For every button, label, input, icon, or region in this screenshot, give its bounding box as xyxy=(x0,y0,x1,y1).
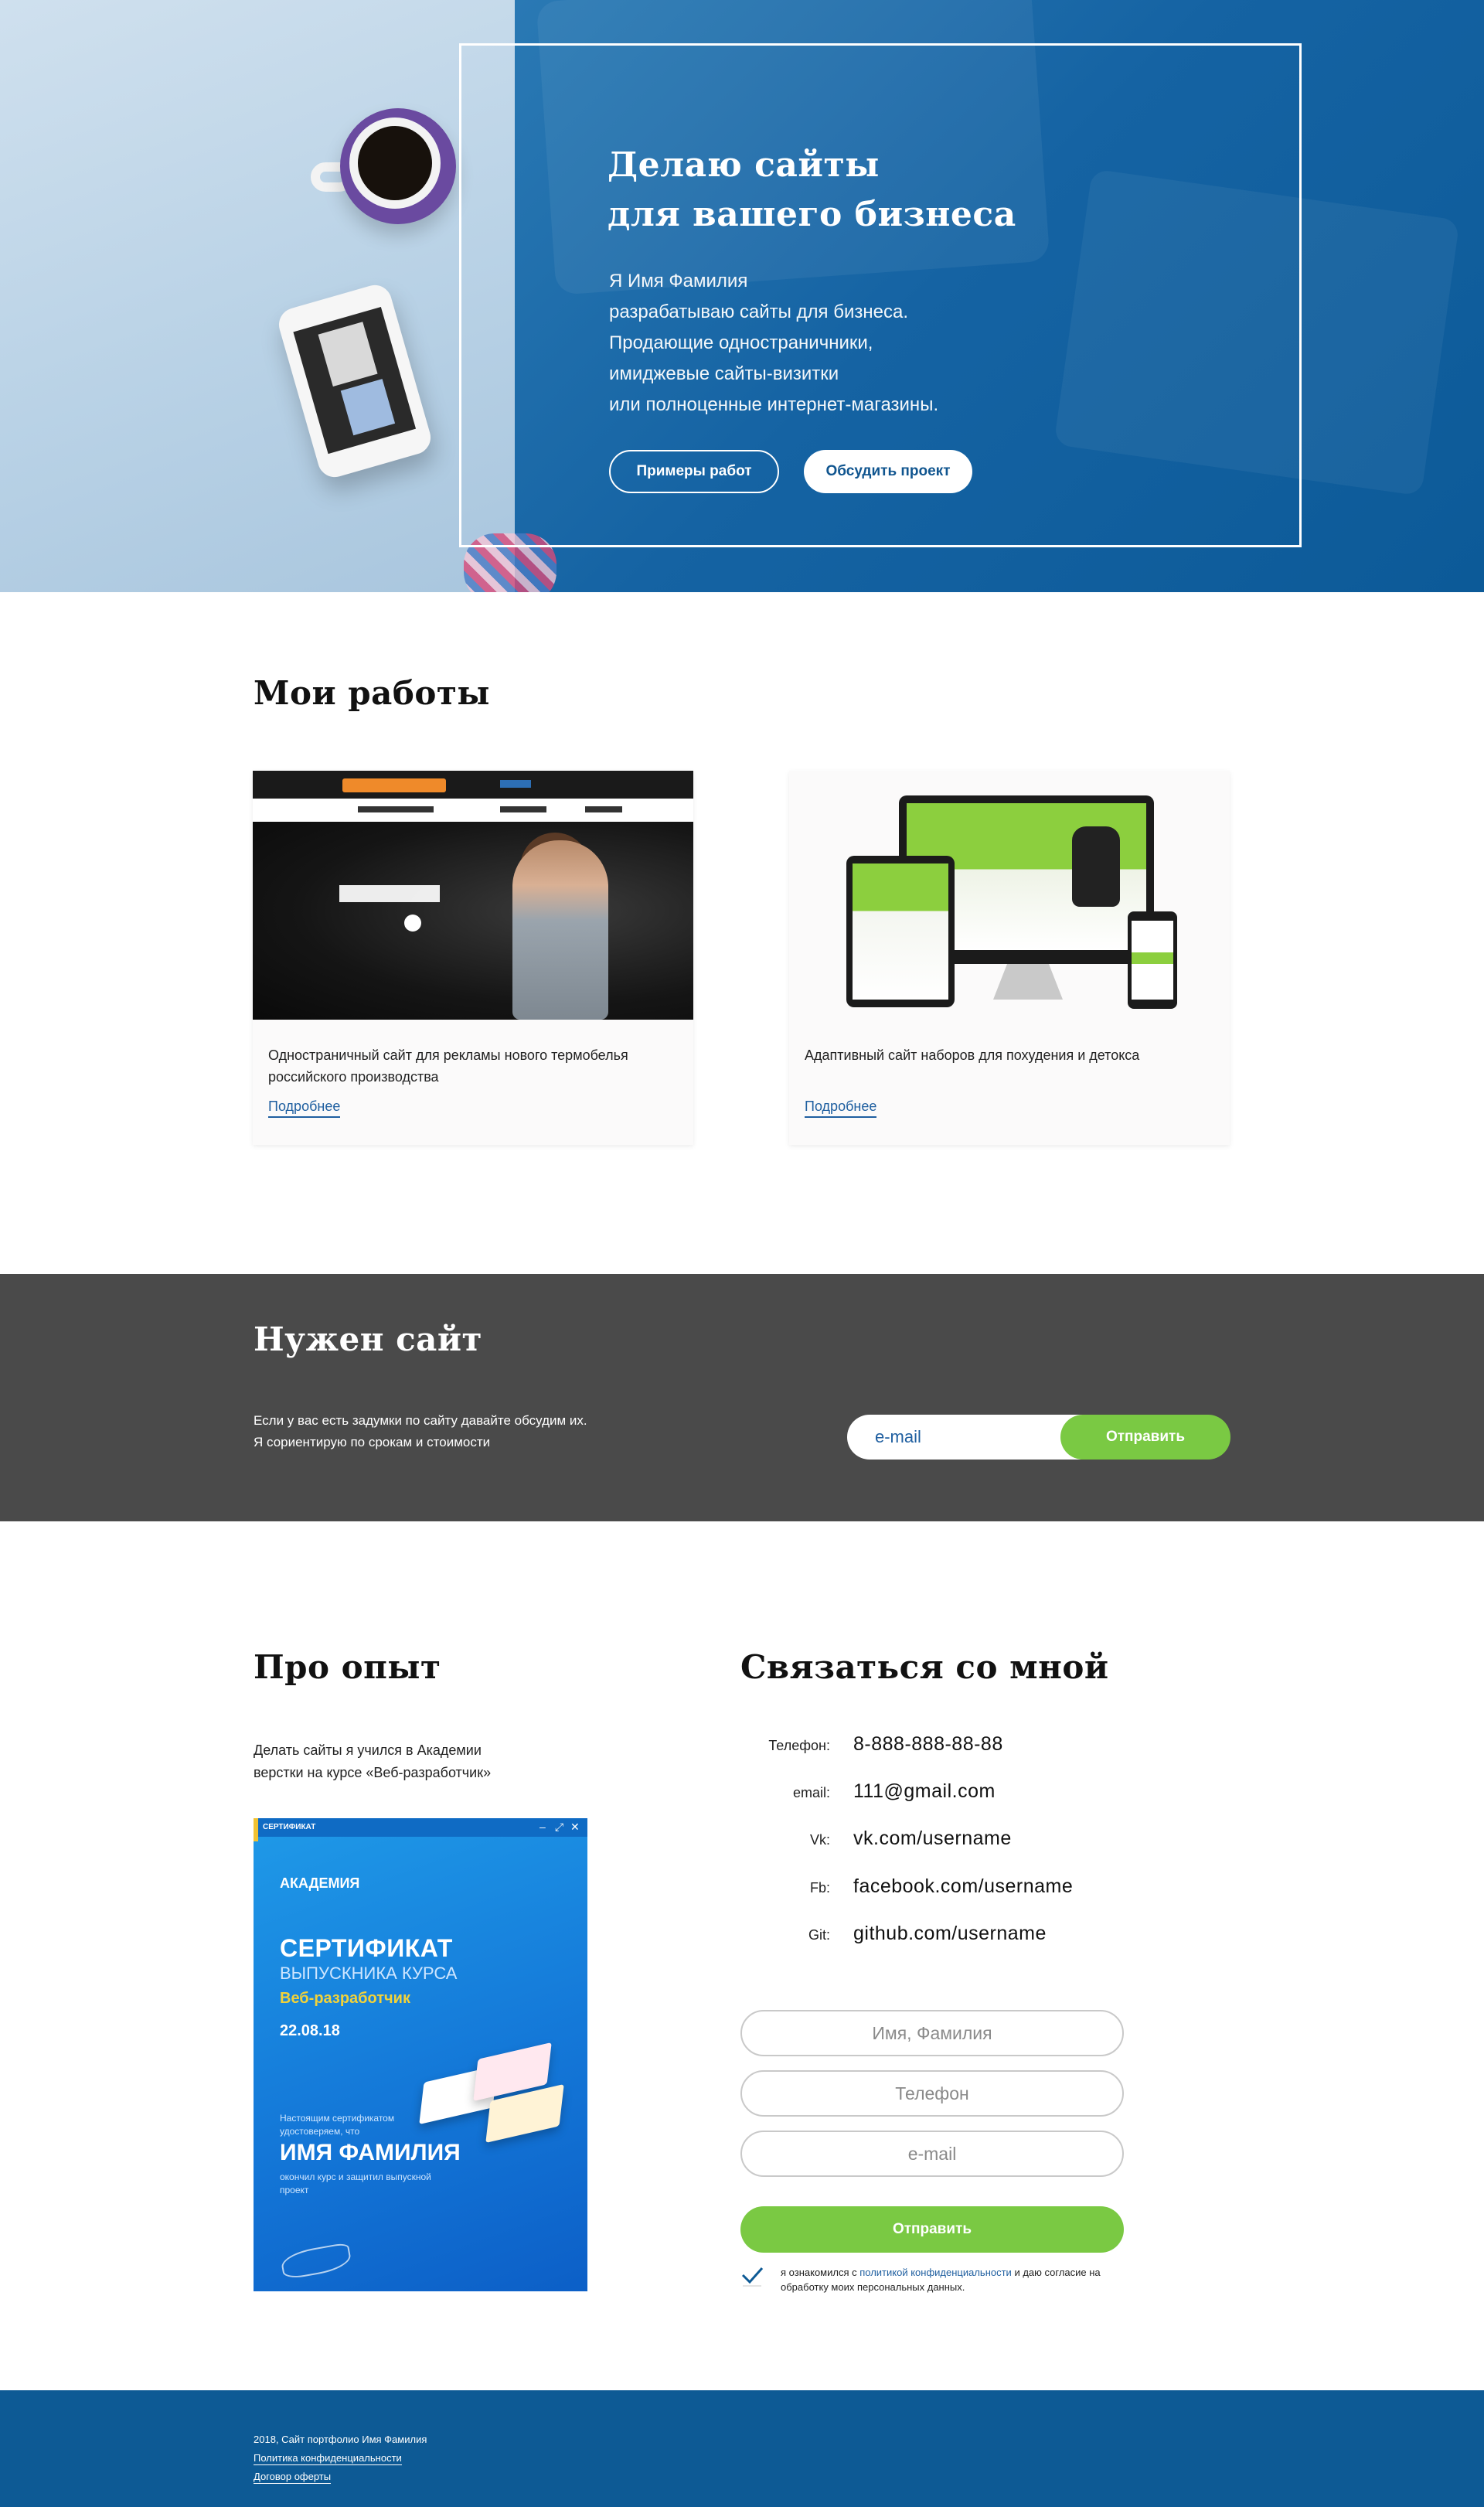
certificate-course: Веб-разработчик xyxy=(280,1990,410,2007)
close-icon: ✕ xyxy=(570,1821,580,1833)
hero-subtitle-line: Продающие одностраничники, xyxy=(609,332,873,353)
detox-phone-image xyxy=(1128,911,1177,1009)
experience-text-line: Делать сайты я учился в Академии xyxy=(254,1742,482,1758)
checkmark-icon xyxy=(741,2267,764,2287)
work-detox-screenshot[interactable] xyxy=(789,771,1230,1020)
smartphone-screen xyxy=(293,306,417,455)
need-site-title: Нужен сайт xyxy=(254,1320,483,1358)
work-thermo-more-link[interactable]: Подробнее xyxy=(268,1099,341,1118)
contact-row-phone: Телефон: 8-888-888-88-88 xyxy=(711,1733,1144,1759)
phone-field[interactable] xyxy=(740,2070,1124,2117)
signature-image xyxy=(279,2242,353,2280)
detox-monitor-stand xyxy=(993,964,1063,1000)
certificate-date: 22.08.18 xyxy=(280,2022,340,2039)
footer-offer-link[interactable]: Договор оферты xyxy=(254,2471,332,2484)
works-title: Мои работы xyxy=(254,674,491,712)
need-site-text-line: Я сориентирую по срокам и стоимости xyxy=(254,1435,491,1449)
work-card-thermo[interactable]: Одностраничный сайт для рекламы нового т… xyxy=(253,771,693,1145)
hero-subtitle-line: Я Имя Фамилия xyxy=(609,271,748,291)
thermo-topbar xyxy=(253,771,693,799)
thermo-promo-badge xyxy=(342,778,446,792)
work-detox-description: Адаптивный сайт наборов для похудения и … xyxy=(805,1047,1140,1063)
contact-row-email: email: 111@gmail.com xyxy=(711,1780,1144,1807)
thermo-hero-bg xyxy=(253,822,693,1020)
name-field[interactable] xyxy=(740,2010,1124,2056)
agree-text: я ознакомился с политикой конфиденциальн… xyxy=(781,2265,1136,2294)
certificate-window-title: СЕРТИФИКАТ xyxy=(263,1823,316,1831)
certificate-note: Настоящим сертификатом удостоверяем, что xyxy=(280,2113,395,2137)
work-detox-more-link[interactable]: Подробнее xyxy=(805,1099,877,1118)
footer-copyright: 2018, Сайт портфолио Имя Фамилия xyxy=(254,2434,427,2445)
coffee-image xyxy=(358,126,432,200)
certificate-note-2: окончил курс и защитил выпускной проект xyxy=(280,2171,431,2195)
thermo-model-image xyxy=(512,840,608,1020)
detox-tablet-screen xyxy=(853,863,948,1000)
hero-title-line-1: Делаю сайты xyxy=(608,145,880,185)
need-site-section: Нужен сайт Если у вас есть задумки по са… xyxy=(0,1274,1484,1521)
need-site-text-line: Если у вас есть задумки по сайту давайте… xyxy=(254,1413,587,1428)
discuss-project-button[interactable]: Обсудить проект xyxy=(804,450,972,493)
contact-label: Fb: xyxy=(809,1880,830,1896)
need-site-text: Если у вас есть задумки по сайту давайте… xyxy=(254,1410,733,1453)
contact-fb-value[interactable]: facebook.com/username xyxy=(853,1875,1073,1898)
thermo-heading-block xyxy=(339,885,440,902)
contact-label: Телефон: xyxy=(768,1738,830,1753)
hero-title-line-2: для вашего бизнеса xyxy=(608,195,1016,234)
footer: 2018, Сайт портфолио Имя Фамилия Политик… xyxy=(0,2390,1484,2507)
hero-subtitle-line: имиджевые сайты-визитки xyxy=(609,363,839,384)
experience-title: Про опыт xyxy=(254,1648,441,1686)
contact-git-value[interactable]: github.com/username xyxy=(853,1923,1047,1945)
experience-text-line: верстки на курсе «Веб-разработчик» xyxy=(254,1765,492,1780)
certificate-org: АКАДЕМИЯ xyxy=(280,1875,360,1891)
email-field[interactable] xyxy=(740,2131,1124,2177)
contact-label: email: xyxy=(792,1785,830,1800)
agree-prefix: я ознакомился с xyxy=(781,2267,860,2278)
certificate-heading: СЕРТИФИКАТ xyxy=(280,1934,453,1962)
contacts-title: Связаться со мной xyxy=(740,1648,1109,1686)
certificate-image[interactable]: СЕРТИФИКАТ – ⤢ ✕ АКАДЕМИЯ СЕРТИФИКАТ ВЫП… xyxy=(254,1818,587,2291)
contact-phone-value[interactable]: 8-888-888-88-88 xyxy=(853,1733,1003,1756)
detox-tablet-image xyxy=(846,856,955,1007)
footer-privacy-link[interactable]: Политика конфиденциальности xyxy=(254,2452,402,2465)
need-send-button[interactable]: Отправить xyxy=(1060,1415,1230,1460)
detox-phone-screen xyxy=(1132,921,1173,1000)
contact-label: Git: xyxy=(808,1927,830,1943)
experience-text: Делать сайты я учился в Академии верстки… xyxy=(254,1739,578,1784)
contact-vk-value[interactable]: vk.com/username xyxy=(853,1827,1012,1850)
work-thermo-screenshot[interactable] xyxy=(253,771,693,1020)
work-thermo-description: Одностраничный сайт для рекламы нового т… xyxy=(268,1047,628,1085)
agree-checkbox[interactable] xyxy=(740,2265,764,2288)
hero-subtitle-line: разрабатываю сайты для бизнеса. xyxy=(609,301,908,322)
expand-icon: ⤢ xyxy=(555,1821,564,1833)
hero-title: Делаю сайты для вашего бизнеса xyxy=(608,141,1149,240)
detox-product-image xyxy=(1072,826,1120,907)
hero-subtitle-line: или полноценные интернет-магазины. xyxy=(609,394,939,415)
certificate-accent xyxy=(254,1818,258,1841)
hero-section: Делаю сайты для вашего бизнеса Я Имя Фам… xyxy=(0,0,1484,592)
works-examples-button[interactable]: Примеры работ xyxy=(609,450,779,493)
thermo-play-icon xyxy=(404,915,421,932)
thermo-logo xyxy=(500,780,531,788)
minimize-icon: – xyxy=(539,1821,546,1833)
contact-submit-button[interactable]: Отправить xyxy=(740,2206,1124,2253)
certificate-illustration xyxy=(416,2027,570,2144)
contact-row-git: Git: github.com/username xyxy=(711,1923,1144,1949)
contact-email-value[interactable]: 111@gmail.com xyxy=(853,1780,996,1803)
certificate-subheading: ВЫПУСКНИКА КУРСА xyxy=(280,1964,458,1983)
certificate-name: ИМЯ ФАМИЛИЯ xyxy=(280,2140,461,2165)
privacy-policy-link[interactable]: политикой конфиденциальности xyxy=(859,2267,1012,2278)
thermo-nav xyxy=(253,799,693,822)
contact-row-fb: Fb: facebook.com/username xyxy=(711,1875,1144,1902)
hero-subtitle: Я Имя Фамилия разрабатываю сайты для биз… xyxy=(609,266,1042,421)
contact-row-vk: Vk: vk.com/username xyxy=(711,1827,1144,1854)
contact-label: Vk: xyxy=(809,1832,830,1848)
hero-photo-desk xyxy=(0,0,515,592)
work-card-detox[interactable]: Адаптивный сайт наборов для похудения и … xyxy=(789,771,1230,1145)
